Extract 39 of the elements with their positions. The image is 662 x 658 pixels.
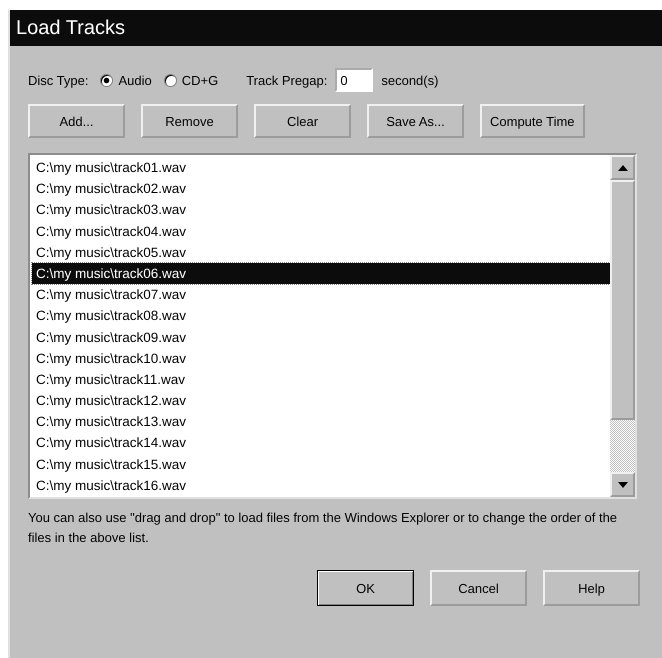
radio-label: Audio — [118, 72, 152, 88]
up-arrow-icon — [618, 164, 628, 170]
scroll-thumb[interactable] — [610, 180, 635, 420]
window-title: Load Tracks — [16, 16, 125, 40]
track-item[interactable]: C:\my music\track08.wav — [32, 305, 610, 326]
dialog-button[interactable]: Cancel — [430, 570, 527, 606]
track-item[interactable]: C:\my music\track10.wav — [32, 348, 610, 369]
pregap-field[interactable]: 0 — [335, 68, 374, 92]
track-item[interactable]: C:\my music\track15.wav — [32, 454, 610, 475]
radio-option[interactable]: Audio — [100, 72, 152, 88]
down-arrow-icon — [618, 482, 628, 488]
scroll-up-button[interactable] — [610, 155, 635, 180]
toolbar-button[interactable]: Clear — [254, 104, 351, 138]
hint-text: You can also use "drag and drop" to load files from the Windows Explorer or to change the order of the files in the above list. — [28, 509, 618, 547]
track-item[interactable]: C:\my music\track07.wav — [32, 284, 610, 306]
pregap-label: Track Pregap: — [246, 72, 328, 88]
radio-label: CD+G — [182, 72, 218, 88]
toolbar-button[interactable]: Save As... — [367, 104, 464, 138]
scroll-down-button[interactable] — [610, 472, 635, 497]
track-item[interactable]: C:\my music\track13.wav — [32, 411, 610, 432]
unit-label: second(s) — [381, 72, 438, 88]
track-item[interactable]: C:\my music\track16.wav — [32, 474, 610, 496]
track-item[interactable]: C:\my music\track02.wav — [32, 178, 610, 200]
radio-option[interactable]: CD+G — [164, 72, 218, 88]
track-item[interactable]: C:\my music\track06.wav — [32, 262, 610, 284]
toolbar-button[interactable]: Remove — [141, 104, 238, 138]
track-item[interactable]: C:\my music\track14.wav — [32, 432, 610, 454]
track-item[interactable]: C:\my music\track04.wav — [32, 220, 610, 242]
track-item[interactable]: C:\my music\track03.wav — [32, 199, 610, 221]
track-item[interactable]: C:\my music\track01.wav — [32, 157, 610, 178]
track-item[interactable]: C:\my music\track11.wav — [32, 368, 610, 390]
toolbar-button[interactable]: Add... — [28, 104, 125, 138]
dialog-button[interactable]: Help — [543, 570, 640, 606]
track-item[interactable]: C:\my music\track09.wav — [32, 326, 610, 348]
track-item[interactable]: C:\my music\track12.wav — [32, 390, 610, 412]
disc-type-label: Disc Type: — [28, 72, 88, 88]
track-item[interactable]: C:\my music\track05.wav — [32, 242, 610, 263]
dialog-button[interactable]: OK — [317, 570, 414, 606]
toolbar-button[interactable]: Compute Time — [480, 104, 585, 138]
